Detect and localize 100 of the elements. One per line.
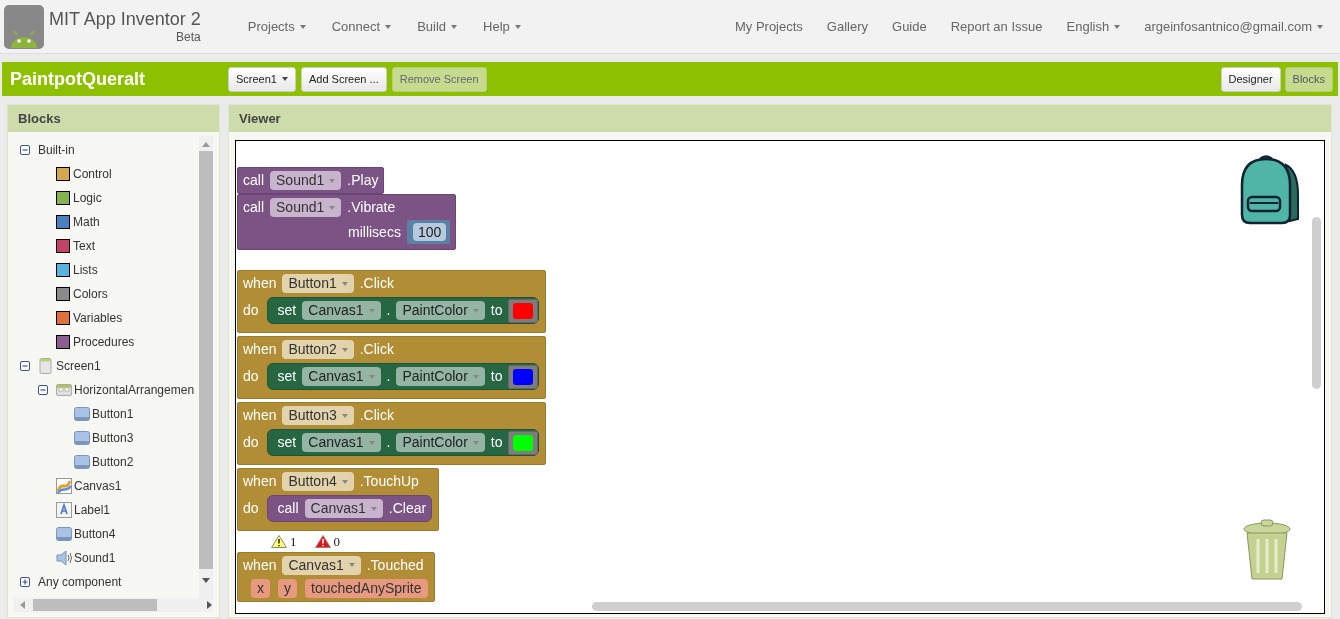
view-toggle-tab[interactable]: Blocks: [1284, 66, 1333, 92]
header-menu[interactable]: argeinfosantnico@gmail.com: [1137, 12, 1330, 41]
horizontal-scrollbar[interactable]: [592, 602, 1302, 611]
caret-icon: [368, 308, 375, 313]
block-dropdown[interactable]: Canvas1: [302, 301, 381, 320]
number-block[interactable]: 100: [406, 220, 451, 244]
trash-can-icon[interactable]: [1242, 519, 1292, 581]
screen-dropdown[interactable]: Screen1: [228, 66, 296, 92]
caret-icon: [282, 77, 288, 81]
caret-icon: [451, 24, 458, 29]
app-logo-icon[interactable]: [3, 3, 45, 50]
block-dropdown[interactable]: Button1: [282, 274, 354, 293]
event-block[interactable]: when Button1 .Click do set Canvas1 . PaintColor to: [237, 270, 547, 333]
tree-item[interactable]: Variables: [73, 309, 123, 327]
header-link[interactable]: My Projects: [727, 12, 810, 41]
tree-item[interactable]: Button2: [92, 453, 134, 471]
parameter-chip[interactable]: x: [251, 578, 270, 598]
header-link[interactable]: Gallery: [819, 12, 876, 41]
block-dropdown[interactable]: Canvas1: [282, 555, 361, 575]
scroll-left-icon[interactable]: [19, 601, 25, 609]
tree-item[interactable]: Screen1: [56, 357, 101, 375]
warning-icon[interactable]: [271, 535, 287, 549]
collapse-icon[interactable]: [38, 385, 48, 395]
parameter-chip[interactable]: touchedAnySprite: [305, 578, 428, 598]
color-block[interactable]: [508, 430, 539, 455]
event-block[interactable]: when Button4 .TouchUp do call Canvas1 .Clear: [237, 468, 440, 531]
block-dropdown[interactable]: Canvas1: [302, 367, 381, 386]
tree-item[interactable]: Any component: [38, 573, 122, 591]
setter-block[interactable]: set Canvas1 . PaintColor to: [266, 297, 540, 324]
app-title: MIT App Inventor 2: [49, 7, 201, 31]
block-label: .Touched: [366, 555, 424, 575]
block-label: set: [277, 301, 297, 320]
tree-item[interactable]: Math: [73, 213, 100, 231]
setter-block[interactable]: set Canvas1 . PaintColor to: [266, 363, 540, 390]
tree-item[interactable]: Control: [73, 165, 112, 183]
block-dropdown[interactable]: Sound1: [270, 171, 342, 190]
block-dropdown[interactable]: PaintColor: [396, 433, 485, 452]
tree-item[interactable]: Canvas1: [74, 477, 122, 495]
block-label: when: [243, 555, 277, 575]
collapse-icon[interactable]: [20, 145, 30, 155]
caret-icon: [368, 374, 375, 379]
method-call-block[interactable]: call Sound1 .Play: [237, 167, 385, 194]
block-label: when: [243, 274, 277, 293]
tree-item[interactable]: Logic: [73, 189, 102, 207]
tree-item[interactable]: Procedures: [73, 333, 135, 351]
tree-item[interactable]: Label1: [74, 501, 111, 519]
caret-icon: [341, 413, 348, 418]
block-dropdown[interactable]: Button2: [282, 340, 354, 359]
block-label: do: [243, 301, 259, 320]
block-dropdown[interactable]: PaintColor: [396, 301, 485, 320]
expand-icon[interactable]: [20, 577, 30, 587]
block-dropdown[interactable]: Canvas1: [302, 433, 381, 452]
collapse-icon[interactable]: [20, 361, 30, 371]
number-field[interactable]: 100: [412, 223, 447, 241]
horizontal-scrollbar[interactable]: [14, 598, 213, 612]
tree-item[interactable]: HorizontalArrangemen: [74, 381, 195, 399]
header-link[interactable]: Report an Issue: [943, 12, 1050, 41]
tree-item[interactable]: Sound1: [74, 549, 116, 567]
scroll-down-icon[interactable]: [202, 578, 210, 584]
vertical-scrollbar[interactable]: [199, 136, 213, 598]
block-dropdown[interactable]: Canvas1: [304, 499, 383, 518]
error-icon[interactable]: [314, 535, 331, 549]
nav-menu[interactable]: Help: [476, 12, 528, 41]
parameter-chip[interactable]: y: [278, 578, 297, 598]
block-label: set: [277, 433, 297, 452]
vertical-scrollbar[interactable]: [1312, 217, 1321, 389]
header-link[interactable]: Guide: [885, 12, 934, 41]
nav-menu[interactable]: Build: [410, 12, 465, 41]
toolbar-button[interactable]: Add Screen ...: [301, 66, 387, 92]
block-label: do: [243, 499, 259, 518]
tree-item[interactable]: Button4: [74, 525, 116, 543]
event-block[interactable]: when Button3 .Click do set Canvas1 . PaintColor to: [237, 402, 547, 465]
block-dropdown[interactable]: Button3: [282, 406, 354, 425]
color-block[interactable]: [508, 298, 539, 323]
caret-icon: [329, 178, 336, 183]
color-block[interactable]: [508, 364, 539, 389]
header-menu[interactable]: English: [1059, 12, 1128, 41]
tree-item[interactable]: Built-in: [38, 141, 75, 159]
setter-block[interactable]: set Canvas1 . PaintColor to: [266, 429, 540, 456]
tree-item[interactable]: Text: [73, 237, 95, 255]
block-dropdown[interactable]: Button4: [282, 472, 354, 491]
event-block[interactable]: when Canvas1 .Touched x y touchedAnySprite: [237, 551, 435, 602]
tree-item[interactable]: Button1: [92, 405, 134, 423]
block-dropdown[interactable]: Sound1: [270, 198, 342, 217]
tree-item[interactable]: Lists: [73, 261, 98, 279]
tree-item[interactable]: Button3: [92, 429, 134, 447]
caret-icon: [385, 24, 392, 29]
speaker-icon: [56, 550, 72, 566]
method-call-block[interactable]: call Sound1 .Vibrate millisecs 100: [237, 194, 457, 250]
scroll-up-icon[interactable]: [202, 141, 210, 147]
block-label: when: [243, 340, 277, 359]
scroll-right-icon[interactable]: [207, 601, 213, 609]
nav-menu[interactable]: Connect: [324, 12, 399, 41]
nav-menu[interactable]: Projects: [240, 12, 313, 41]
tree-item[interactable]: Colors: [73, 285, 108, 303]
method-call-block[interactable]: call Canvas1 .Clear: [266, 495, 433, 522]
block-label: do: [243, 433, 259, 452]
view-toggle-tab[interactable]: Designer: [1220, 66, 1281, 92]
event-block[interactable]: when Button2 .Click do set Canvas1 . PaintColor to: [237, 336, 547, 399]
block-dropdown[interactable]: PaintColor: [396, 367, 485, 386]
